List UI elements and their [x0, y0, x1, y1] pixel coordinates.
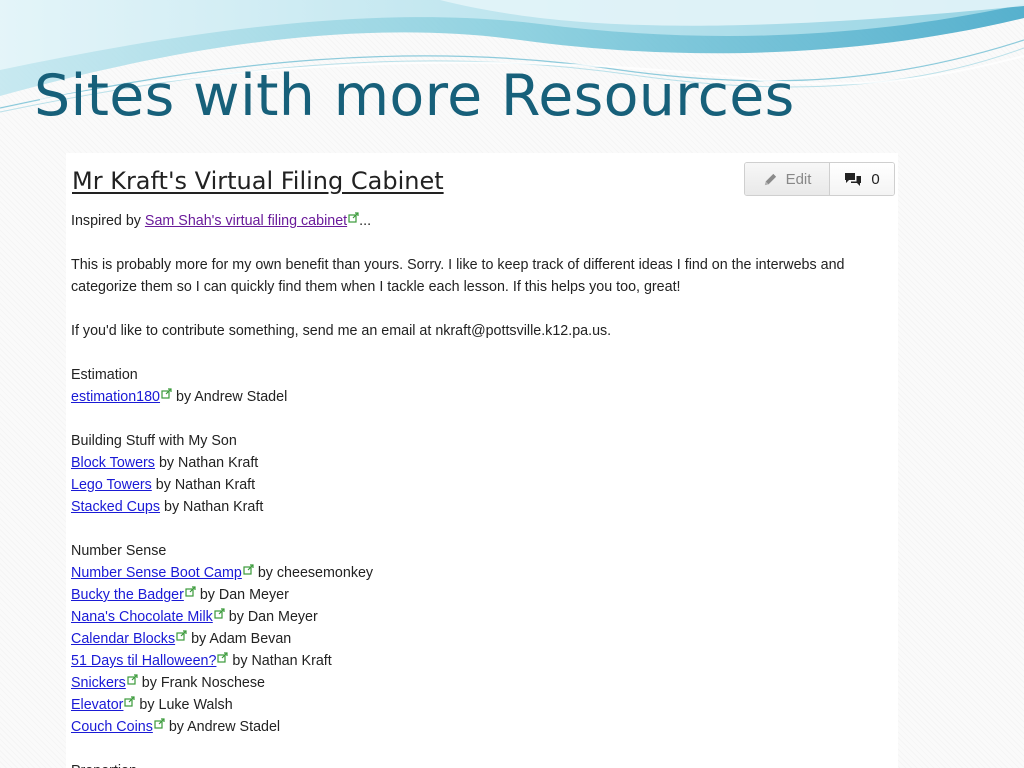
- resource-link[interactable]: Block Towers: [71, 455, 155, 471]
- resource-item: Snickers by Frank Noschese: [71, 672, 893, 694]
- edit-button[interactable]: Edit: [745, 163, 830, 195]
- external-link-icon: [127, 674, 138, 685]
- inspired-line: Inspired by Sam Shah's virtual filing ca…: [71, 210, 893, 232]
- section-heading: Number Sense: [71, 543, 167, 559]
- contribute-paragraph: If you'd like to contribute something, s…: [71, 323, 612, 339]
- resource-item: estimation180 by Andrew Stadel: [71, 386, 893, 408]
- resource-link[interactable]: 51 Days til Halloween?: [71, 653, 216, 669]
- resource-link[interactable]: Bucky the Badger: [71, 587, 184, 603]
- edit-label: Edit: [785, 170, 812, 188]
- resource-link[interactable]: Calendar Blocks: [71, 631, 175, 647]
- external-link-icon: [214, 608, 225, 619]
- external-link-icon: [154, 718, 165, 729]
- inspired-suffix: ...: [359, 213, 372, 229]
- page-actions: Edit 0: [744, 162, 895, 196]
- slide-title: Sites with more Resources: [34, 63, 795, 129]
- resource-link[interactable]: Number Sense Boot Camp: [71, 565, 242, 581]
- resource-author: by Nathan Kraft: [151, 477, 256, 493]
- resource-author: by Nathan Kraft: [228, 653, 332, 669]
- resource-link[interactable]: Couch Coins: [71, 719, 153, 735]
- partial-section-heading: Proportion: [71, 760, 893, 768]
- resource-item: Calendar Blocks by Adam Bevan: [71, 628, 893, 650]
- resource-section: Estimation estimation180 by Andrew Stadel: [71, 364, 893, 408]
- external-link-icon: [124, 696, 136, 707]
- resource-author: by Dan Meyer: [224, 609, 318, 625]
- webpage-screenshot: Mr Kraft's Virtual Filing Cabinet Edit 0…: [66, 153, 898, 768]
- section-heading: Building Stuff with My Son: [71, 433, 237, 449]
- resource-section: Number Sense Number Sense Boot Camp by ch…: [71, 540, 893, 738]
- resource-link[interactable]: Lego Towers: [71, 477, 152, 493]
- resource-item: Bucky the Badger by Dan Meyer: [71, 584, 893, 606]
- resource-item: 51 Days til Halloween? by Nathan Kraft: [71, 650, 893, 672]
- external-link-icon: [185, 586, 196, 597]
- resource-item: Stacked Cups by Nathan Kraft: [71, 496, 893, 518]
- resource-link[interactable]: estimation180: [71, 389, 160, 405]
- comments-icon: [845, 172, 862, 186]
- external-link-icon: [243, 564, 254, 575]
- comment-count: 0: [871, 170, 880, 188]
- resource-author: by Andrew Stadel: [172, 389, 288, 405]
- inspired-prefix: Inspired by: [71, 213, 141, 229]
- resource-link[interactable]: Snickers: [71, 675, 126, 691]
- resource-link[interactable]: Stacked Cups: [71, 499, 160, 515]
- page-heading[interactable]: Mr Kraft's Virtual Filing Cabinet: [72, 161, 444, 201]
- resource-link[interactable]: Nana's Chocolate Milk: [71, 609, 213, 625]
- resource-author: by Frank Noschese: [137, 675, 265, 691]
- external-link-icon: [348, 212, 359, 223]
- resource-item: Elevator by Luke Walsh: [71, 694, 893, 716]
- external-link-icon: [217, 652, 229, 663]
- resource-link[interactable]: Elevator: [71, 697, 123, 713]
- resource-author: by Adam Bevan: [187, 631, 292, 647]
- resource-item: Lego Towers by Nathan Kraft: [71, 474, 893, 496]
- resource-author: by Nathan Kraft: [154, 455, 259, 471]
- resource-author: by Nathan Kraft: [160, 499, 264, 515]
- resource-item: Nana's Chocolate Milk by Dan Meyer: [71, 606, 893, 628]
- sam-shah-link[interactable]: Sam Shah's virtual filing cabinet: [145, 213, 347, 229]
- external-link-icon: [176, 630, 187, 641]
- resource-item: Block Towers by Nathan Kraft: [71, 452, 893, 474]
- resource-author: by Luke Walsh: [135, 697, 233, 713]
- resource-author: by Dan Meyer: [195, 587, 289, 603]
- resource-item: Number Sense Boot Camp by cheesemonkey: [71, 562, 893, 584]
- resource-author: by Andrew Stadel: [164, 719, 281, 735]
- resource-item: Couch Coins by Andrew Stadel: [71, 716, 893, 738]
- page-content: Inspired by Sam Shah's virtual filing ca…: [71, 210, 893, 768]
- section-heading: Estimation: [71, 367, 138, 383]
- pencil-icon: [764, 173, 776, 185]
- intro-paragraph: This is probably more for my own benefit…: [71, 257, 845, 295]
- resource-sections: Estimation estimation180 by Andrew Stadel…: [71, 364, 893, 738]
- external-link-icon: [161, 388, 172, 399]
- resource-section: Building Stuff with My Son Block Towers b…: [71, 430, 893, 518]
- resource-author: by cheesemonkey: [253, 565, 374, 581]
- comments-button[interactable]: 0: [830, 163, 894, 195]
